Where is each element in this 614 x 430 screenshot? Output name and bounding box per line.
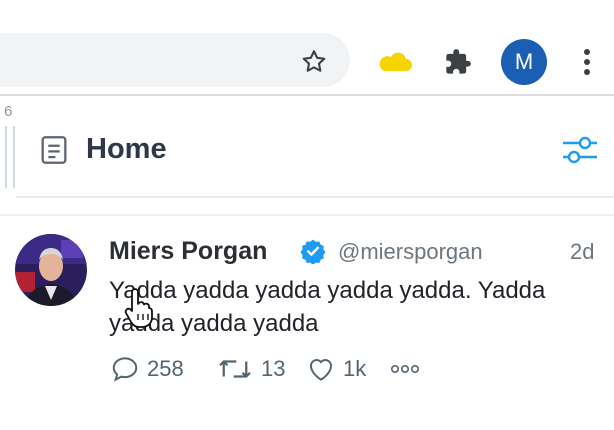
document-icon (36, 132, 72, 168)
more-options-button[interactable] (389, 354, 421, 384)
retweet-icon (219, 360, 251, 378)
column-header: Home (16, 98, 614, 198)
retweet-button[interactable]: 13 (215, 354, 285, 384)
browser-toolbar: M (0, 0, 614, 96)
reply-icon (112, 357, 138, 382)
author-handle[interactable]: @miersporgan (338, 238, 483, 266)
avatar-letter: M (514, 49, 534, 74)
like-button[interactable]: 1k (305, 354, 366, 384)
filter-sliders-icon[interactable] (560, 130, 600, 170)
reply-button[interactable]: 258 (109, 354, 184, 384)
retweet-count: 13 (261, 356, 286, 381)
more-dots-icon (390, 365, 419, 374)
tweet-timestamp[interactable]: 2d (570, 238, 594, 266)
like-count: 1k (343, 356, 367, 381)
tweet-text: Yadda yadda yadda yadda yadda. Yadda yad… (109, 277, 546, 337)
kebab-menu-icon[interactable] (574, 42, 600, 82)
bookmark-star-icon[interactable] (296, 44, 332, 80)
cloud-extension-icon[interactable] (374, 44, 414, 80)
tweet[interactable]: Miers Porgan @miersporgan 2d Yadda yadda… (0, 218, 614, 430)
hand-pointer-cursor-icon (124, 288, 154, 328)
column-index-number: 6 (4, 103, 13, 120)
author-avatar[interactable] (15, 234, 87, 306)
heart-icon (310, 359, 332, 381)
column-title: Home (86, 133, 167, 165)
column-divider (0, 214, 614, 216)
verified-badge-icon (300, 238, 326, 265)
extensions-puzzle-icon[interactable] (440, 44, 476, 80)
profile-avatar-button[interactable]: M (501, 39, 547, 85)
reply-count: 258 (147, 356, 184, 381)
author-name[interactable]: Miers Porgan (109, 236, 267, 266)
column-drag-handle[interactable] (5, 126, 15, 188)
